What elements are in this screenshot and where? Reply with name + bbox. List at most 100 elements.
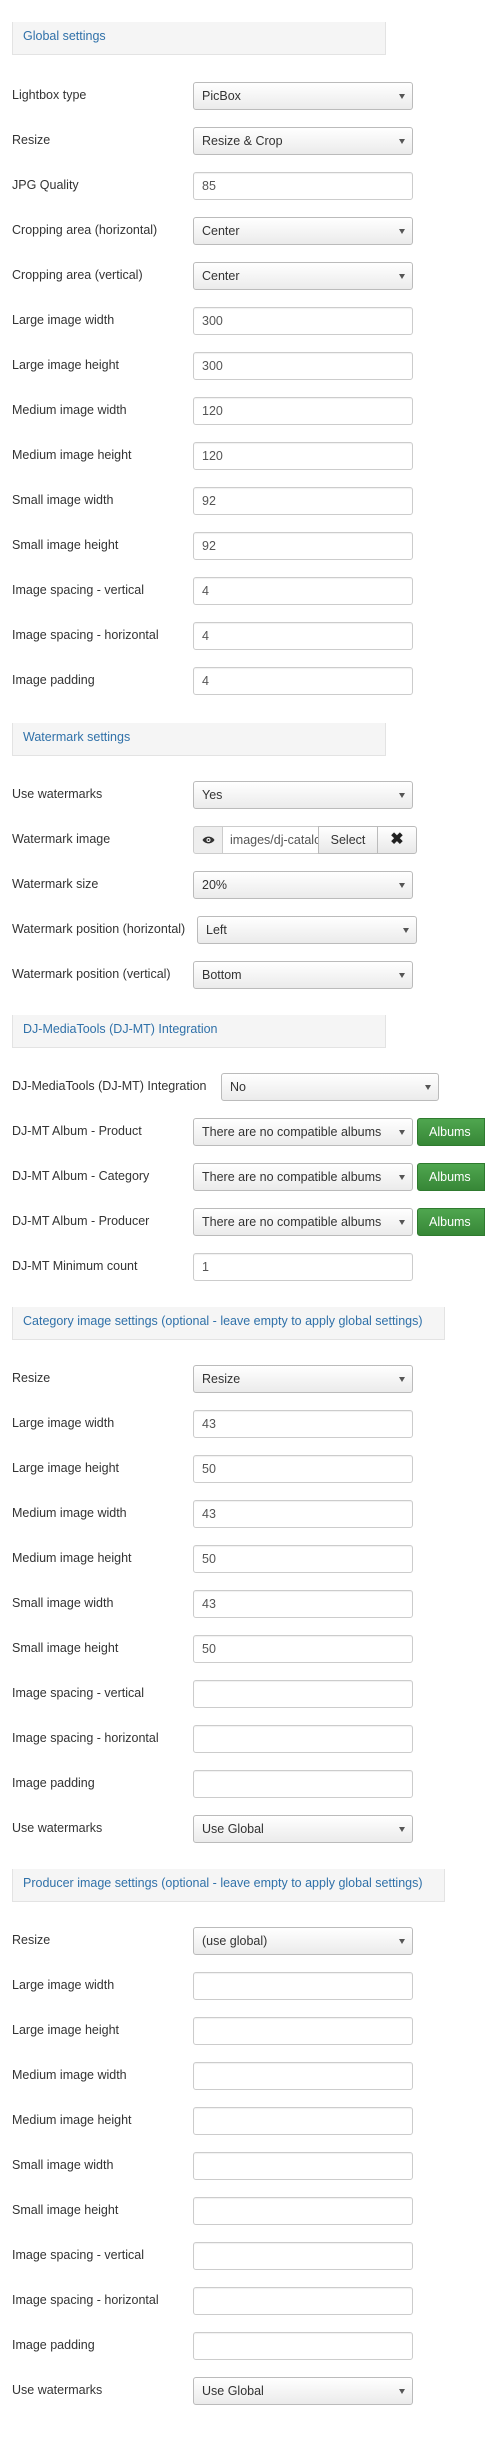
watermark-size-select[interactable]: 20% <box>193 871 413 899</box>
global-medium-w-row: Medium image width 120 <box>0 395 485 425</box>
producer-small-h-input[interactable] <box>193 2197 413 2225</box>
global-spacing-v-input[interactable]: 4 <box>193 577 413 605</box>
global-small-w-row: Small image width 92 <box>0 485 485 515</box>
global-small-h-row: Small image height 92 <box>0 530 485 560</box>
producer-large-w-row: Large image width <box>0 1970 485 2000</box>
watermark-select-button[interactable]: Select <box>318 826 378 854</box>
category-resize-select[interactable]: Resize <box>193 1365 413 1393</box>
djmt-album-product-select[interactable]: There are no compatible albums <box>193 1118 413 1146</box>
category-large-h-input[interactable]: 50 <box>193 1455 413 1483</box>
producer-spacing-h-input[interactable] <box>193 2287 413 2315</box>
crop-v-select[interactable]: Center <box>193 262 413 290</box>
jpg-quality-input[interactable]: 85 <box>193 172 413 200</box>
category-small-h-row: Small image height 50 <box>0 1633 485 1663</box>
category-small-h-input[interactable]: 50 <box>193 1635 413 1663</box>
producer-settings-header: Producer image settings (optional - leav… <box>12 1869 445 1902</box>
category-resize-label: Resize <box>12 1371 51 1385</box>
category-medium-h-input[interactable]: 50 <box>193 1545 413 1573</box>
watermark-pos-v-select[interactable]: Bottom <box>193 961 413 989</box>
use-watermarks-row: Use watermarks Yes <box>0 779 485 809</box>
category-small-w-input[interactable]: 43 <box>193 1590 413 1618</box>
chevron-down-icon <box>399 1130 405 1135</box>
watermark-image-path[interactable]: images/dj-catalog <box>222 826 319 854</box>
category-padding-input[interactable] <box>193 1770 413 1798</box>
global-large-h-label: Large image height <box>12 358 120 372</box>
producer-medium-h-input[interactable] <box>193 2107 413 2135</box>
category-large-w-input[interactable]: 43 <box>193 1410 413 1438</box>
global-small-w-input[interactable]: 92 <box>193 487 413 515</box>
producer-small-h-label: Small image height <box>12 2203 119 2217</box>
global-large-w-input[interactable]: 300 <box>193 307 413 335</box>
djmt-integration-select[interactable]: No <box>221 1073 439 1101</box>
crop-h-select[interactable]: Center <box>193 217 413 245</box>
chevron-down-icon <box>399 1939 405 1944</box>
djmt-min-count-input[interactable]: 1 <box>193 1253 413 1281</box>
producer-resize-select[interactable]: (use global) <box>193 1927 413 1955</box>
category-watermarks-row: Use watermarks Use Global <box>0 1813 485 1843</box>
producer-watermarks-label: Use watermarks <box>12 2383 103 2397</box>
category-medium-h-row: Medium image height 50 <box>0 1543 485 1573</box>
djmt-album-category-label: DJ-MT Album - Category <box>12 1169 150 1183</box>
global-large-w-label: Large image width <box>12 313 115 327</box>
producer-medium-w-input[interactable] <box>193 2062 413 2090</box>
djmt-album-producer-select[interactable]: There are no compatible albums <box>193 1208 413 1236</box>
category-medium-w-input[interactable]: 43 <box>193 1500 413 1528</box>
djmt-album-producer-row: DJ-MT Album - Producer There are no comp… <box>0 1206 485 1236</box>
watermark-pos-h-select[interactable]: Left <box>197 916 417 944</box>
producer-medium-w-label: Medium image width <box>12 2068 127 2082</box>
chevron-down-icon <box>403 928 409 933</box>
global-resize-select[interactable]: Resize & Crop <box>193 127 413 155</box>
use-watermarks-select[interactable]: Yes <box>193 781 413 809</box>
category-resize-row: Resize Resize <box>0 1363 485 1393</box>
producer-padding-input[interactable] <box>193 2332 413 2360</box>
producer-small-w-input[interactable] <box>193 2152 413 2180</box>
producer-watermarks-row: Use watermarks Use Global <box>0 2375 485 2405</box>
global-padding-input[interactable]: 4 <box>193 667 413 695</box>
chevron-down-icon <box>399 793 405 798</box>
chevron-down-icon <box>399 139 405 144</box>
chevron-down-icon <box>399 1175 405 1180</box>
djmt-album-producer-label: DJ-MT Album - Producer <box>12 1214 150 1228</box>
watermark-image-row: Watermark image images/dj-catalog Select… <box>0 824 485 854</box>
producer-spacing-v-input[interactable] <box>193 2242 413 2270</box>
albums-button-category[interactable]: Albums <box>417 1163 485 1191</box>
watermark-pos-h-label: Watermark position (horizontal) <box>12 922 186 936</box>
producer-medium-h-row: Medium image height <box>0 2105 485 2135</box>
producer-padding-label: Image padding <box>12 2338 95 2352</box>
djmt-header: DJ-MediaTools (DJ-MT) Integration <box>12 1015 386 1048</box>
producer-resize-label: Resize <box>12 1933 51 1947</box>
global-resize-label: Resize <box>12 133 51 147</box>
category-watermarks-select[interactable]: Use Global <box>193 1815 413 1843</box>
global-small-h-input[interactable]: 92 <box>193 532 413 560</box>
watermark-image-label: Watermark image <box>12 832 111 846</box>
lightbox-type-select[interactable]: PicBox <box>193 82 413 110</box>
chevron-down-icon <box>399 274 405 279</box>
close-icon[interactable]: ✖ <box>377 826 417 854</box>
albums-button-product[interactable]: Albums <box>417 1118 485 1146</box>
djmt-album-category-select[interactable]: There are no compatible albums <box>193 1163 413 1191</box>
djmt-integration-label: DJ-MediaTools (DJ-MT) Integration <box>12 1079 207 1093</box>
producer-large-h-input[interactable] <box>193 2017 413 2045</box>
eye-icon[interactable] <box>193 826 223 854</box>
producer-small-w-row: Small image width <box>0 2150 485 2180</box>
category-spacing-v-input[interactable] <box>193 1680 413 1708</box>
global-large-h-input[interactable]: 300 <box>193 352 413 380</box>
chevron-down-icon <box>399 883 405 888</box>
global-small-h-label: Small image height <box>12 538 119 552</box>
category-settings-header: Category image settings (optional - leav… <box>12 1307 445 1340</box>
global-medium-w-label: Medium image width <box>12 403 127 417</box>
producer-watermarks-select[interactable]: Use Global <box>193 2377 413 2405</box>
albums-button-producer[interactable]: Albums <box>417 1208 485 1236</box>
producer-large-w-input[interactable] <box>193 1972 413 2000</box>
global-spacing-h-input[interactable]: 4 <box>193 622 413 650</box>
djmt-min-count-row: DJ-MT Minimum count 1 <box>0 1251 485 1281</box>
category-medium-w-row: Medium image width 43 <box>0 1498 485 1528</box>
chevron-down-icon <box>399 94 405 99</box>
watermark-image-field: images/dj-catalog Select ✖ <box>193 826 428 854</box>
watermark-size-row: Watermark size 20% <box>0 869 485 899</box>
global-spacing-h-row: Image spacing - horizontal 4 <box>0 620 485 650</box>
global-medium-w-input[interactable]: 120 <box>193 397 413 425</box>
global-medium-h-input[interactable]: 120 <box>193 442 413 470</box>
chevron-down-icon <box>399 1377 405 1382</box>
category-spacing-h-input[interactable] <box>193 1725 413 1753</box>
